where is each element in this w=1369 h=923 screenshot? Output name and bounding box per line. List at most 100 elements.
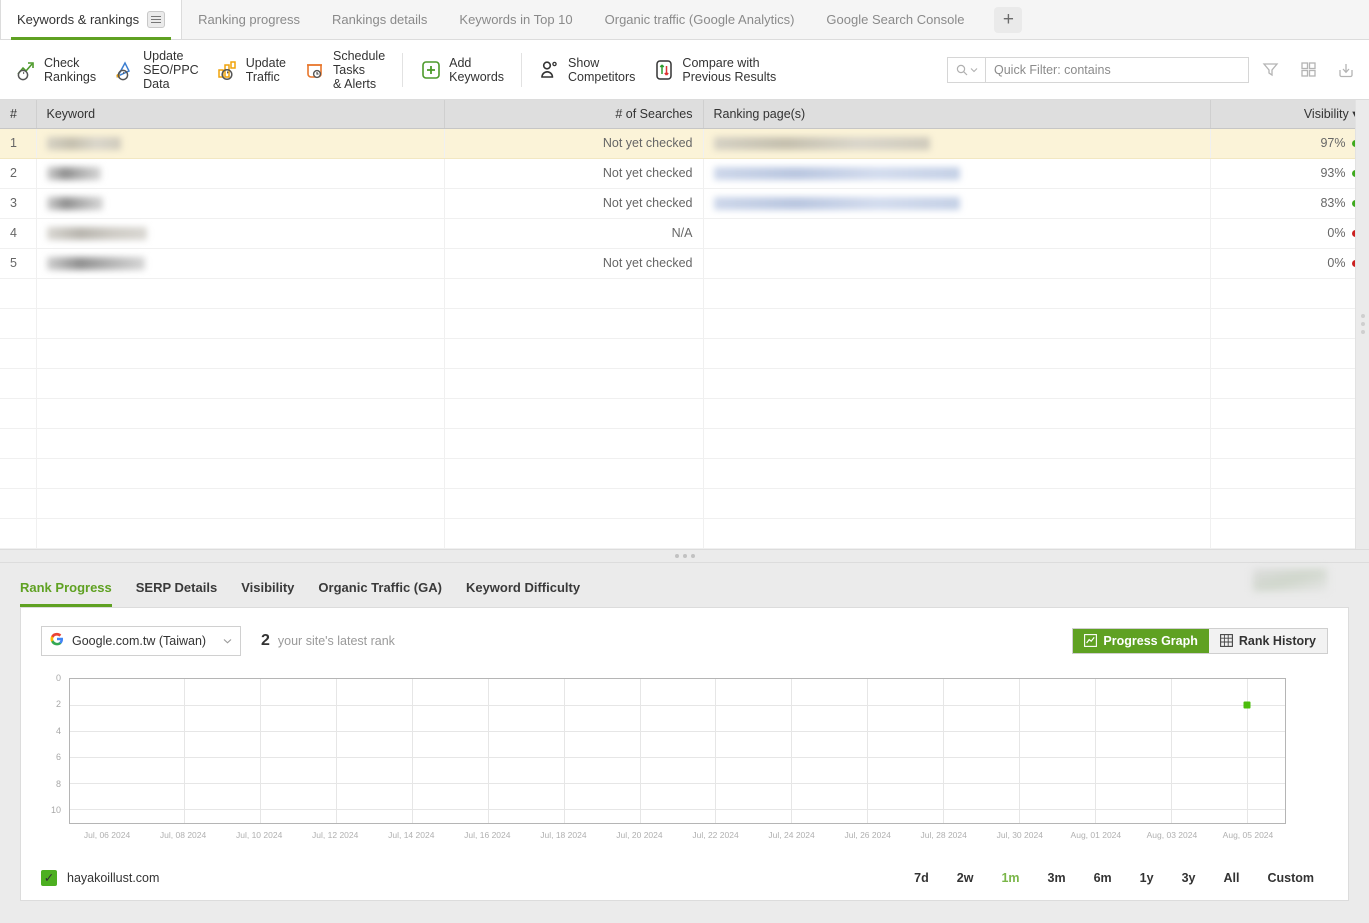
table-row[interactable]: 4 N/A 0% [0,218,1369,249]
cell-ranking-pages[interactable] [703,218,1211,249]
table-row-empty[interactable] [0,518,1369,549]
table-row-empty[interactable] [0,488,1369,519]
update-seo-ppc-data-button[interactable]: Update SEO/PPC Data [105,45,208,95]
cell-keyword[interactable] [36,128,445,159]
chart-gridline-v [791,678,793,823]
cell-searches: Not yet checked [444,248,704,279]
table-row-empty[interactable] [0,428,1369,459]
cell-ranking-pages[interactable] [703,188,1211,219]
filter-icon[interactable] [1253,53,1287,87]
schedule-tasks-icon [304,59,326,81]
compare-previous-results-button[interactable]: Compare with Previous Results [644,52,785,88]
period-3y[interactable]: 3y [1168,871,1210,885]
show-competitors-button[interactable]: Show Competitors [530,52,644,88]
google-logo-icon [50,632,64,650]
latest-rank-note: your site's latest rank [277,633,395,648]
tab-label: Rankings details [332,12,428,27]
update-traffic-button[interactable]: Update Traffic [208,52,295,88]
grid-columns-icon[interactable] [1291,53,1325,87]
chart-gridline-v [563,678,565,823]
quick-filter-input[interactable] [985,56,1249,83]
chart-gridline-h [70,704,1285,706]
table-row-empty[interactable] [0,368,1369,399]
table-row[interactable]: 5 Not yet checked 0% [0,248,1369,279]
chart-gridline-h [70,783,1285,785]
add-keywords-button[interactable]: Add Keywords [411,52,513,88]
tab-keywords-in-top-10[interactable]: Keywords in Top 10 [443,0,588,39]
progress-graph-icon [1084,634,1098,647]
export-download-icon[interactable] [1329,53,1363,87]
rank-progress-card: Google.com.tw (Taiwan) 2 your site's lat… [20,606,1349,901]
column-header-visibility[interactable]: Visibility ▾ [1210,100,1369,129]
tab-google-search-console[interactable]: Google Search Console [810,0,980,39]
column-header-ranking-pages[interactable]: Ranking page(s) [703,100,1211,129]
tab-visibility[interactable]: Visibility [229,580,306,607]
chart-gridline-v [1247,678,1249,823]
chart-gridline-v [1019,678,1021,823]
cell-searches: Not yet checked [444,158,704,189]
tab-keyword-difficulty[interactable]: Keyword Difficulty [454,580,592,607]
update-traffic-icon [217,59,239,81]
legend-checkbox[interactable]: ✓ [41,869,57,886]
period-3m[interactable]: 3m [1034,871,1080,885]
redacted-ranking-page [713,137,930,151]
rank-history-button[interactable]: Rank History [1208,628,1327,653]
check-rankings-button[interactable]: Check Rankings [6,52,105,88]
cell-keyword[interactable] [36,218,445,249]
panel-resize-handle-right[interactable] [1355,100,1369,549]
column-header-keyword[interactable]: Keyword [36,100,445,129]
cell-visibility: 0% [1210,218,1369,249]
table-row-empty[interactable] [0,338,1369,369]
add-tab-button[interactable]: + [994,6,1023,33]
cell-ranking-pages[interactable] [703,158,1211,189]
tab-rankings-details[interactable]: Rankings details [316,0,443,39]
chart-gridline-v [335,678,337,823]
tab-ranking-progress[interactable]: Ranking progress [182,0,316,39]
tab-organic-traffic-ga[interactable]: Organic Traffic (GA) [306,580,454,607]
keywords-grid: # Keyword # of Searches Ranking page(s) … [0,100,1369,549]
period-1m[interactable]: 1m [987,871,1033,885]
table-row[interactable]: 1 Not yet checked 97% [0,128,1369,159]
period-Custom[interactable]: Custom [1253,871,1328,885]
tab-rank-progress[interactable]: Rank Progress [20,580,124,607]
chart-x-tick: Jul, 20 2024 [616,829,663,840]
chart-gridline-v [1095,678,1097,823]
tab-menu-icon[interactable] [147,11,166,28]
check-rankings-icon [15,59,37,81]
period-2w[interactable]: 2w [943,871,988,885]
chart-data-point[interactable] [1243,701,1251,709]
tab-keywords-rankings[interactable]: Keywords & rankings [0,0,183,40]
table-row[interactable]: 2 Not yet checked 93% [0,158,1369,189]
tab-serp-details[interactable]: SERP Details [124,580,229,607]
column-header-index[interactable]: # [0,100,37,129]
progress-graph-button[interactable]: Progress Graph [1073,628,1209,653]
table-row[interactable]: 3 Not yet checked 83% [0,188,1369,219]
cell-ranking-pages[interactable] [703,128,1211,159]
cell-index: 4 [0,218,37,249]
cell-keyword[interactable] [36,158,445,189]
cell-keyword[interactable] [36,248,445,279]
table-row-empty[interactable] [0,398,1369,429]
search-engine-dropdown[interactable]: Google.com.tw (Taiwan) [41,625,241,656]
chart-plot-area [69,677,1286,824]
period-selector: 7d 2w 1m 3m 6m 1y 3y All Custom [900,871,1328,885]
chart-gridline-h [70,809,1285,811]
chart-gridline-v [639,678,641,823]
chart-x-tick: Aug, 01 2024 [1070,829,1122,840]
period-1y[interactable]: 1y [1126,871,1168,885]
column-header-searches[interactable]: # of Searches [444,100,704,129]
table-row-empty[interactable] [0,308,1369,339]
table-row-empty[interactable] [0,278,1369,309]
period-All[interactable]: All [1209,871,1253,885]
chart-gridline-v [487,678,489,823]
table-row-empty[interactable] [0,458,1369,489]
search-mode-dropdown[interactable] [947,56,985,83]
table-header-row: # Keyword # of Searches Ranking page(s) … [0,100,1369,129]
period-7d[interactable]: 7d [900,871,943,885]
period-6m[interactable]: 6m [1080,871,1126,885]
tab-organic-traffic[interactable]: Organic traffic (Google Analytics) [589,0,811,39]
cell-ranking-pages[interactable] [703,248,1211,279]
schedule-tasks-button[interactable]: Schedule Tasks & Alerts [295,45,394,95]
cell-keyword[interactable] [36,188,445,219]
panel-splitter[interactable] [0,548,1369,563]
